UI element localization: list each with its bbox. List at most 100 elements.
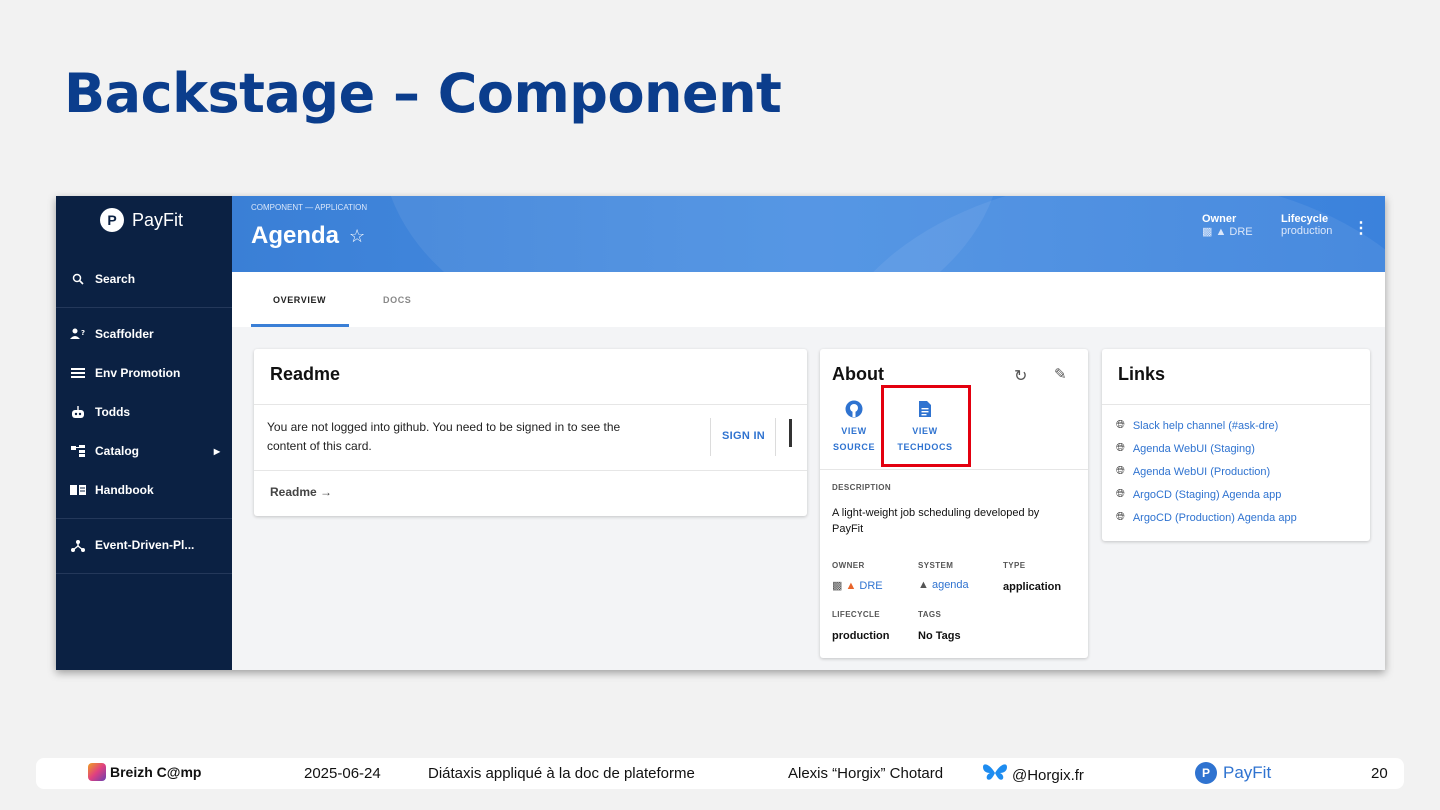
link-item[interactable]: 🌐︎ Agenda WebUI (Production) xyxy=(1116,465,1270,478)
sidebar: P PayFit Search ? Scaffolder Env Promoti… xyxy=(56,196,232,670)
svg-text:?: ? xyxy=(81,329,85,337)
sidebar-item-label: Event-Driven-Pl... xyxy=(95,538,195,552)
event-logo: Breizh C@mp xyxy=(88,763,201,781)
footer-handle: @Horgix.fr xyxy=(982,762,1084,788)
arrow-right-icon: → xyxy=(320,485,333,499)
links-card: Links 🌐︎ Slack help channel (#ask-dre) 🌐︎… xyxy=(1102,349,1370,541)
tab-overview[interactable]: OVERVIEW xyxy=(273,295,326,305)
sidebar-item-todds[interactable]: Todds xyxy=(70,404,220,420)
owner-label: Owner xyxy=(1202,213,1237,225)
globe-icon: 🌐︎ xyxy=(1116,465,1125,477)
sidebar-item-label: Env Promotion xyxy=(95,366,181,380)
tags-value: No Tags xyxy=(918,630,961,642)
breadcrumb: COMPONENT — APPLICATION xyxy=(251,203,368,212)
sign-in-button[interactable]: SIGN IN xyxy=(722,430,765,442)
globe-icon: 🌐︎ xyxy=(1116,488,1125,500)
page-number: 20 xyxy=(1371,765,1388,782)
star-icon[interactable]: ☆ xyxy=(349,226,365,247)
readme-title: Readme xyxy=(270,364,341,384)
sidebar-item-label: Todds xyxy=(95,405,131,419)
description-label: DESCRIPTION xyxy=(832,483,892,492)
sidebar-item-catalog[interactable]: Catalog ▶ xyxy=(70,443,220,459)
link-item[interactable]: 🌐︎ ArgoCD (Production) Agenda app xyxy=(1116,511,1297,524)
highlight-box xyxy=(881,385,971,467)
lifecycle-value: production xyxy=(832,630,890,642)
payfit-logo-icon: P xyxy=(100,208,124,232)
system-icon: ▲ xyxy=(918,579,932,591)
owner-label: OWNER xyxy=(832,561,865,570)
event-name: Breizh C@mp xyxy=(110,764,202,780)
readme-link[interactable]: Readme → xyxy=(270,485,332,499)
system-value[interactable]: agenda xyxy=(932,579,969,591)
tags-label: TAGS xyxy=(918,610,942,619)
edit-icon[interactable]: ✎ xyxy=(1054,365,1067,383)
divider xyxy=(56,518,232,519)
payfit-logo-icon: P xyxy=(1195,762,1217,784)
divider xyxy=(56,307,232,308)
handle-text: @Horgix.fr xyxy=(1012,766,1084,784)
catalog-icon xyxy=(70,443,86,459)
type-label: TYPE xyxy=(1003,561,1026,570)
link-label: ArgoCD (Production) Agenda app xyxy=(1132,511,1297,524)
sidebar-item-event-driven[interactable]: Event-Driven-Pl... xyxy=(70,537,220,553)
group-icon: ▩ ▲ xyxy=(1202,226,1230,238)
company-logo: P PayFit xyxy=(1195,762,1271,784)
lifecycle-label: Lifecycle xyxy=(1281,213,1329,225)
sidebar-item-label: Scaffolder xyxy=(95,327,154,341)
tab-docs[interactable]: DOCS xyxy=(383,295,411,305)
slide-title: Backstage – Component xyxy=(64,62,782,125)
lifecycle-label: LIFECYCLE xyxy=(832,610,881,619)
about-title: About xyxy=(832,364,884,384)
readme-card: Readme You are not logged into github. Y… xyxy=(254,349,807,516)
footer-date: 2025-06-24 xyxy=(304,765,381,782)
owner-value[interactable]: DRE xyxy=(1229,226,1252,238)
owner-field[interactable]: ▩ ▲ DRE xyxy=(832,579,883,592)
chevron-right-icon: ▶ xyxy=(213,446,220,456)
entity-header: COMPONENT — APPLICATION Agenda ☆ Owner ▩… xyxy=(232,196,1385,272)
search-icon xyxy=(70,271,86,287)
footer-talk-title: Diátaxis appliqué à la doc de plateforme xyxy=(428,765,695,782)
page-title: Agenda ☆ xyxy=(251,222,365,250)
sidebar-item-label: Catalog xyxy=(95,444,140,458)
book-icon xyxy=(70,482,86,498)
scrollbar[interactable] xyxy=(789,419,792,447)
readme-message: You are not logged into github. You need… xyxy=(267,420,621,453)
sidebar-item-search[interactable]: Search xyxy=(70,271,220,287)
link-item[interactable]: 🌐︎ Slack help channel (#ask-dre) xyxy=(1116,419,1278,432)
link-label: Slack help channel (#ask-dre) xyxy=(1132,419,1279,432)
more-vert-icon[interactable]: ⋮ xyxy=(1353,218,1369,238)
backstage-screenshot: P PayFit Search ? Scaffolder Env Promoti… xyxy=(56,196,1385,670)
active-tab-indicator xyxy=(251,324,349,327)
globe-icon: 🌐︎ xyxy=(1116,442,1125,454)
sidebar-item-scaffolder[interactable]: ? Scaffolder xyxy=(70,326,220,342)
hub-icon xyxy=(70,537,86,553)
brand-name: PayFit xyxy=(132,209,184,230)
header-owner: Owner ▩ ▲ DRE xyxy=(1202,213,1253,238)
butterfly-icon xyxy=(982,762,1008,788)
owner-value[interactable]: DRE xyxy=(859,580,882,592)
divider xyxy=(56,573,232,574)
link-label: Agenda WebUI (Staging) xyxy=(1132,442,1255,455)
github-icon xyxy=(832,400,876,423)
brand-logo[interactable]: P PayFit xyxy=(100,208,183,232)
lifecycle-value: production xyxy=(1281,225,1333,237)
sidebar-item-handbook[interactable]: Handbook xyxy=(70,482,220,498)
dre-logo-icon: ▲ xyxy=(845,580,857,592)
globe-icon: 🌐︎ xyxy=(1116,511,1125,523)
footer-speaker: Alexis “Horgix” Chotard xyxy=(788,765,944,782)
link-item[interactable]: 🌐︎ ArgoCD (Staging) Agenda app xyxy=(1116,488,1281,501)
refresh-icon[interactable]: ↻ xyxy=(1014,366,1027,386)
globe-icon: 🌐︎ xyxy=(1116,419,1125,431)
system-field[interactable]: ▲ agenda xyxy=(918,579,969,591)
sidebar-item-env-promotion[interactable]: Env Promotion xyxy=(70,365,220,381)
company-name: PayFit xyxy=(1223,763,1272,782)
header-lifecycle: Lifecycle production xyxy=(1281,213,1332,237)
tab-bar: OVERVIEW DOCS xyxy=(232,272,1385,327)
link-item[interactable]: 🌐︎ Agenda WebUI (Staging) xyxy=(1116,442,1255,455)
view-source-button[interactable]: VIEW SOURCE xyxy=(832,400,876,455)
sidebar-item-label: Search xyxy=(95,272,136,286)
robot-icon xyxy=(70,404,86,420)
entity-name: Agenda xyxy=(251,222,340,249)
link-label: ArgoCD (Staging) Agenda app xyxy=(1132,488,1282,501)
breizhcamp-logo-icon xyxy=(88,763,106,781)
